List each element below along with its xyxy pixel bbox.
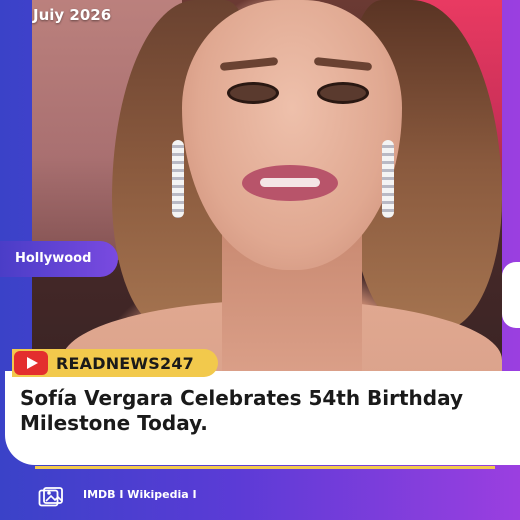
- lips: [242, 165, 338, 201]
- gallery-icon: [38, 487, 63, 507]
- category-tag: Hollywood: [0, 241, 118, 277]
- right-eye: [317, 82, 369, 104]
- portrait-photo: [32, 0, 502, 380]
- post-date: Juiy 2026: [33, 6, 112, 24]
- source-credits: IMDB I Wikipedia I: [83, 488, 197, 501]
- left-eye: [227, 82, 279, 104]
- headline: Sofía Vergara Celebrates 54th Birthday M…: [20, 386, 464, 435]
- right-earring: [382, 140, 394, 218]
- brand-badge: READNEWS247: [12, 349, 218, 377]
- side-decoration: [502, 262, 520, 328]
- brand-name: READNEWS247: [56, 353, 195, 373]
- headline-underline: [35, 466, 495, 469]
- youtube-icon: [14, 351, 48, 375]
- left-earring: [172, 140, 184, 218]
